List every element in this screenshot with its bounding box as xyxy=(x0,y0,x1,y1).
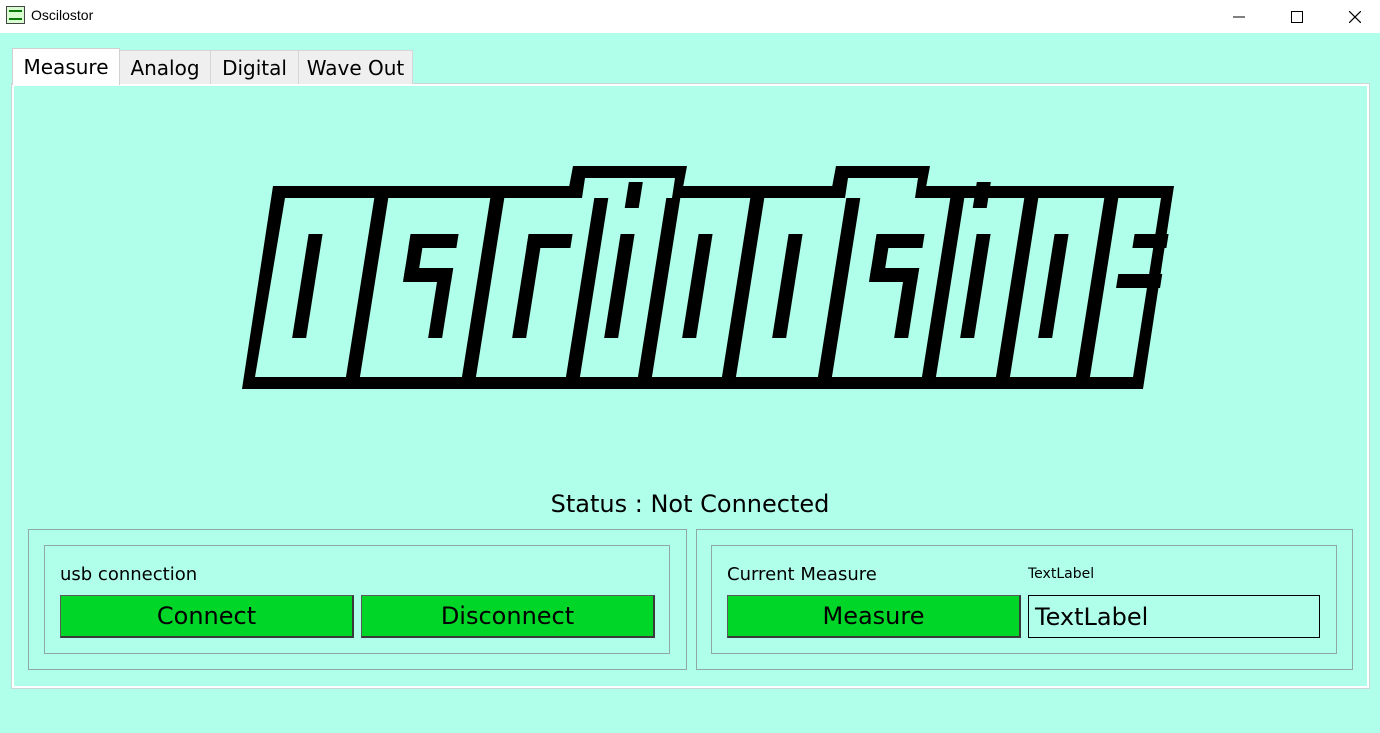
tab-wave-out[interactable]: Wave Out xyxy=(298,50,413,84)
oscilostor-logo xyxy=(242,166,1174,389)
window-title: Oscilostor xyxy=(31,7,94,23)
current-measure-label: Current Measure xyxy=(727,564,877,585)
oscilloscope-icon xyxy=(6,6,25,24)
close-icon xyxy=(1349,10,1361,23)
close-button[interactable] xyxy=(1326,0,1380,33)
title-bar: Oscilostor xyxy=(0,0,1380,33)
tab-digital[interactable]: Digital xyxy=(210,50,299,84)
usb-connection-label: usb connection xyxy=(60,564,198,585)
maximize-icon xyxy=(1291,10,1303,23)
small-text-label: TextLabel xyxy=(1028,566,1095,582)
tab-analog[interactable]: Analog xyxy=(119,50,211,84)
minimize-icon xyxy=(1233,16,1245,17)
measure-value-display: TextLabel xyxy=(1028,595,1320,638)
connection-status: Status : Not Connected xyxy=(550,490,830,518)
disconnect-button[interactable]: Disconnect xyxy=(361,595,655,638)
connect-button[interactable]: Connect xyxy=(60,595,354,638)
tab-measure[interactable]: Measure xyxy=(12,48,120,85)
measure-button[interactable]: Measure xyxy=(727,595,1021,638)
minimize-button[interactable] xyxy=(1210,0,1268,33)
maximize-button[interactable] xyxy=(1268,0,1326,33)
